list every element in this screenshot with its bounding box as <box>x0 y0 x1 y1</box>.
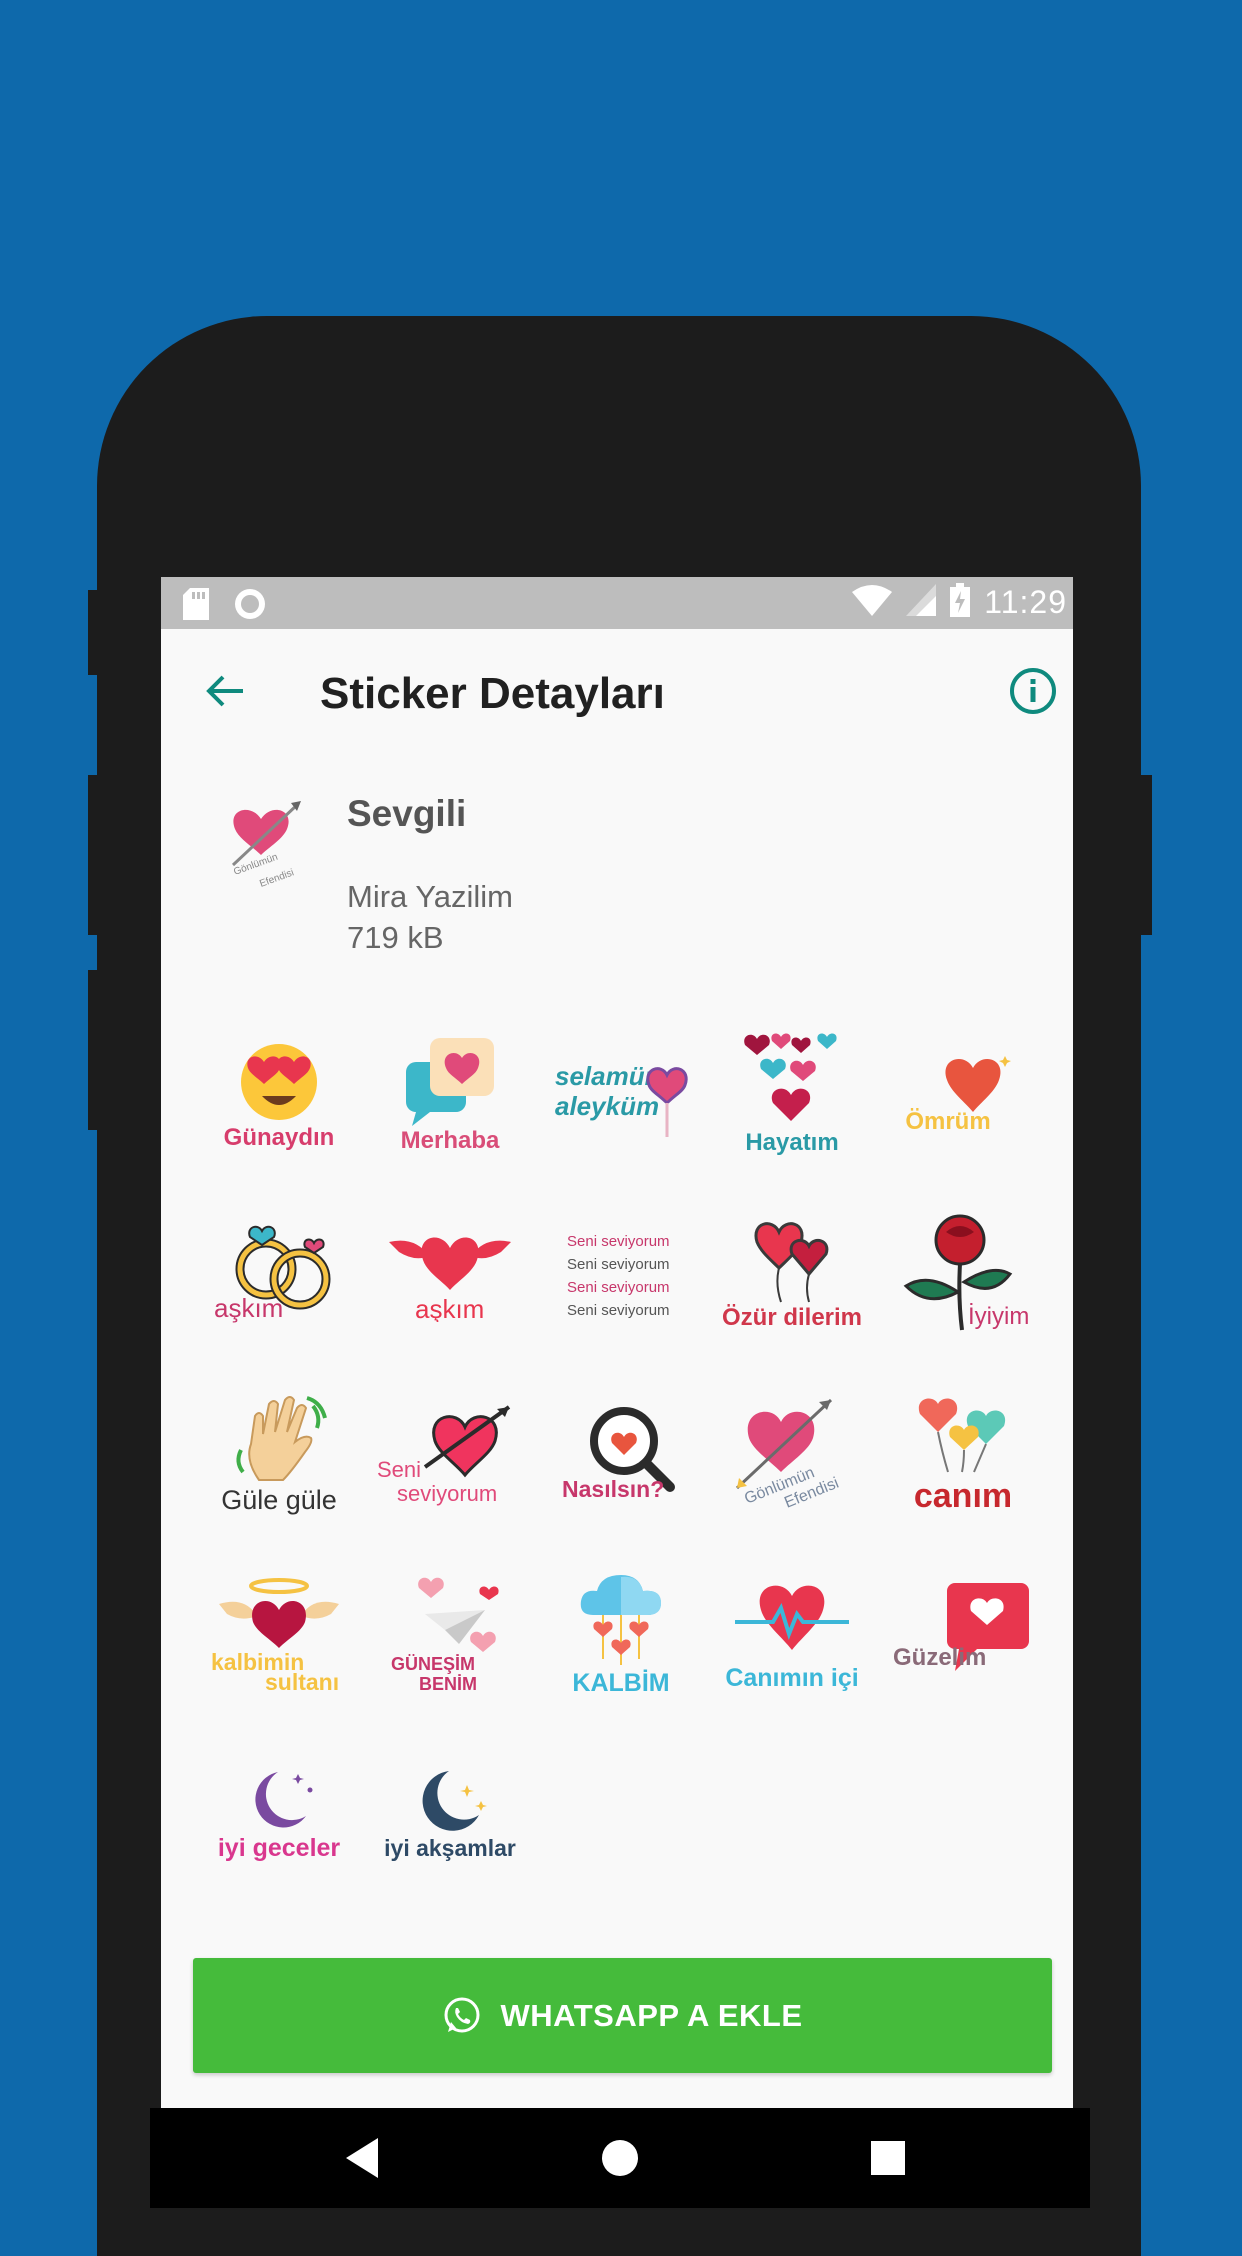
svg-text:selamün: selamün <box>555 1061 661 1091</box>
volume-button <box>88 590 100 675</box>
square-recents-icon <box>871 2141 905 2175</box>
magnifier-heart-icon: Nasılsın? <box>562 1407 675 1502</box>
arrow-heart-icon: Seni seviyorum <box>377 1405 511 1506</box>
svg-text:aşkım: aşkım <box>214 1293 283 1323</box>
pack-publisher: Mira Yazilim <box>347 879 513 914</box>
back-arrow-icon <box>206 675 243 707</box>
paper-plane-icon: GÜNEŞİM BENİM <box>391 1577 499 1694</box>
sticker-item[interactable]: GÜNEŞİM BENİM <box>375 1557 525 1707</box>
sticker-item[interactable]: aşkım <box>375 1197 525 1347</box>
navigation-bar <box>150 2108 1090 2208</box>
svg-text:Efendisi: Efendisi <box>258 867 295 890</box>
svg-text:seviyorum: seviyorum <box>397 1481 497 1506</box>
heart-bubble-icon: Güzelim <box>893 1582 1029 1671</box>
info-icon <box>1010 668 1056 714</box>
signal-icon <box>906 584 937 621</box>
svg-text:BENİM: BENİM <box>419 1674 477 1694</box>
sticker-item[interactable]: KALBİM <box>546 1557 696 1707</box>
circle-home-icon <box>602 2140 638 2176</box>
status-time: 11:29 <box>984 584 1067 620</box>
svg-text:Nasılsın?: Nasılsın? <box>562 1476 664 1502</box>
hearts-icon <box>744 1033 837 1121</box>
moon-icon <box>255 1771 313 1827</box>
info-button[interactable] <box>1003 661 1063 721</box>
status-bar: 11:29 <box>161 577 1073 629</box>
heartbeat-icon <box>735 1585 849 1650</box>
sticker-item[interactable]: canım <box>888 1377 1038 1527</box>
waving-hand-icon <box>236 1396 327 1481</box>
angel-heart-icon: kalbimin sultanı <box>211 1578 339 1692</box>
text-icon: Seni seviyorum Seni seviyorum Seni seviy… <box>567 1233 670 1319</box>
sticker-item[interactable]: iyi geceler <box>204 1737 354 1887</box>
record-icon <box>233 587 267 626</box>
sd-card-icon <box>183 588 209 625</box>
sticker-item[interactable]: Özür dilerim <box>717 1197 867 1347</box>
balloons-icon <box>918 1398 1006 1472</box>
svg-text:sultanı: sultanı <box>265 1669 339 1692</box>
pack-size: 719 kB <box>347 920 444 955</box>
svg-text:Seni seviyorum: Seni seviyorum <box>567 1279 670 1296</box>
heart-lollipop-icon: selamün aleyküm <box>555 1061 688 1137</box>
add-to-whatsapp-button[interactable]: WHATSAPP A EKLE <box>193 1958 1052 2073</box>
sticker-item[interactable]: Canımın içi <box>717 1557 867 1707</box>
svg-text:GÜNEŞİM: GÜNEŞİM <box>391 1654 475 1674</box>
page-title: Sticker Detayları <box>320 669 665 718</box>
sticker-item[interactable]: Güzelim <box>888 1557 1038 1707</box>
volume-up-button <box>88 775 100 935</box>
svg-text:aşkım: aşkım <box>415 1294 484 1322</box>
triangle-back-icon <box>346 2138 378 2178</box>
moon-stars-icon <box>422 1770 487 1831</box>
sticker-item[interactable]: Nasılsın? <box>546 1377 696 1527</box>
toolbar: Sticker Detayları <box>161 629 1073 753</box>
svg-text:Seni seviyorum: Seni seviyorum <box>567 1256 670 1273</box>
svg-text:Seni seviyorum: Seni seviyorum <box>567 1233 670 1250</box>
svg-text:Güzelim: Güzelim <box>893 1644 986 1671</box>
cloud-hearts-icon <box>580 1574 661 1665</box>
back-button[interactable] <box>195 661 255 721</box>
power-button <box>1140 775 1152 935</box>
sticker-item[interactable]: Merhaba <box>375 1017 525 1167</box>
sticker-item[interactable]: Günaydın <box>204 1017 354 1167</box>
sticker-item[interactable]: Hayatım <box>717 1017 867 1167</box>
volume-down-button <box>88 970 100 1130</box>
sticker-item[interactable]: iyi akşamlar <box>375 1737 525 1887</box>
sticker-item[interactable]: selamün aleyküm <box>546 1017 696 1167</box>
nav-back-button[interactable] <box>342 2136 382 2185</box>
sticker-item[interactable]: Ömrüm <box>888 1017 1038 1167</box>
sticker-item[interactable]: Gönlümün Efendisi <box>717 1377 867 1527</box>
rose-icon: İyiyim <box>903 1214 1028 1331</box>
heart-eyes-emoji-icon <box>241 1044 317 1120</box>
sticker-item[interactable]: İyiyim <box>888 1197 1038 1347</box>
app-screen: 11:29 Sticker Detayları Gönlümün Efendis… <box>161 577 1073 2108</box>
nav-home-button[interactable] <box>600 2136 640 2185</box>
sticker-item[interactable]: Seni seviyorum <box>375 1377 525 1527</box>
svg-text:Seni seviyorum: Seni seviyorum <box>567 1302 670 1319</box>
svg-text:aleyküm: aleyküm <box>555 1091 659 1121</box>
sticker-item[interactable]: Güle güle <box>204 1377 354 1527</box>
add-button-label: WHATSAPP A EKLE <box>500 1997 803 2033</box>
winged-heart-icon: aşkım <box>389 1237 511 1322</box>
nav-recents-button[interactable] <box>868 2136 908 2185</box>
rings-icon: aşkım <box>214 1225 331 1323</box>
battery-icon <box>950 583 971 622</box>
wifi-icon <box>852 584 893 621</box>
pack-tray-icon: Gönlümün Efendisi <box>221 787 331 897</box>
chat-heart-icon <box>406 1037 494 1126</box>
sticker-item[interactable]: Seni seviyorum Seni seviyorum Seni seviy… <box>546 1197 696 1347</box>
svg-text:Seni: Seni <box>377 1457 421 1482</box>
sticker-item[interactable]: aşkım <box>204 1197 354 1347</box>
svg-text:İyiyim: İyiyim <box>968 1303 1028 1330</box>
heart-balloons-icon <box>754 1222 829 1303</box>
pack-name: Sevgili <box>347 793 467 834</box>
whatsapp-icon <box>444 1997 480 2032</box>
sticker-item[interactable]: kalbimin sultanı <box>204 1557 354 1707</box>
arrow-heart-icon: Gönlümün Efendisi <box>735 1398 841 1512</box>
